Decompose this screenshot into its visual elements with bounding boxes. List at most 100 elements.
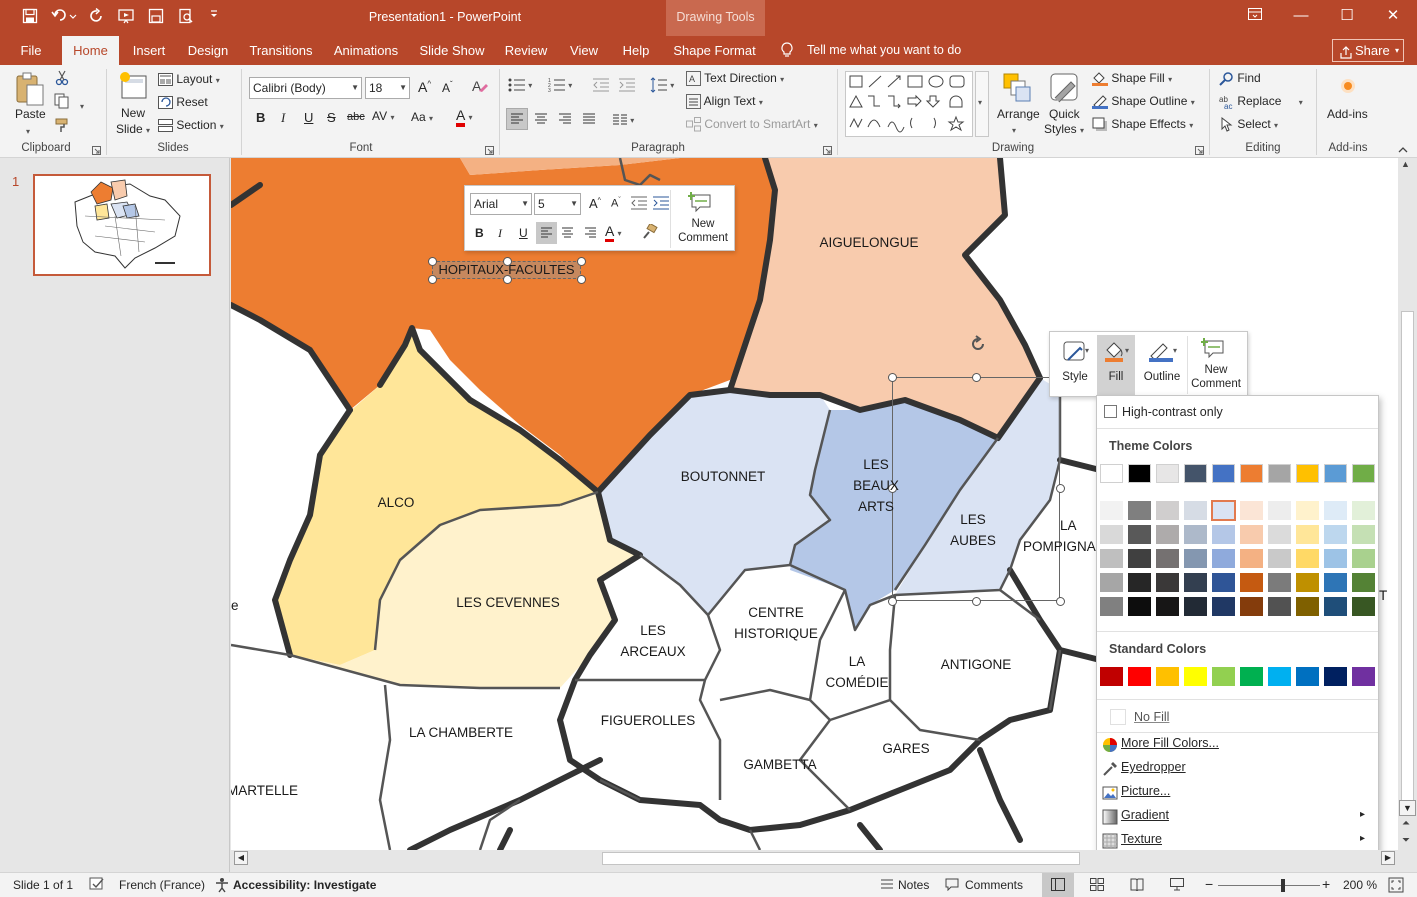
drawing-launcher-icon[interactable]: [1195, 144, 1204, 158]
mini-font-combo[interactable]: Arial ▼: [470, 193, 532, 215]
reset-button[interactable]: Reset: [158, 95, 208, 110]
increase-indent-icon[interactable]: [618, 77, 636, 96]
mini-decrease-indent-icon[interactable]: [630, 196, 648, 213]
align-left-button[interactable]: [506, 108, 528, 130]
tab-home[interactable]: Home: [62, 36, 119, 65]
style-button[interactable]: Style: [1055, 371, 1095, 383]
shape-effects-button[interactable]: Shape Effects ▾: [1092, 117, 1193, 132]
shapes-gallery[interactable]: [845, 71, 973, 137]
arrange-dropdown-icon[interactable]: ▾: [1012, 122, 1016, 136]
mini-size-combo[interactable]: 5 ▼: [534, 193, 581, 215]
language-status[interactable]: French (France): [119, 878, 205, 892]
theme-color-swatch[interactable]: [1296, 464, 1319, 483]
mini-increase-indent-icon[interactable]: [652, 196, 670, 213]
theme-color-shade-swatch[interactable]: [1268, 549, 1291, 568]
outline-icon[interactable]: ▾: [1147, 340, 1181, 367]
theme-color-shade-swatch[interactable]: [1184, 525, 1207, 544]
theme-color-shade-swatch[interactable]: [1352, 597, 1375, 616]
text-direction-button[interactable]: A Text Direction ▾: [686, 71, 784, 87]
mini-shrink-font-icon[interactable]: Aˇ: [611, 197, 621, 210]
comments-button[interactable]: Comments: [965, 878, 1023, 892]
theme-color-shade-swatch[interactable]: [1128, 549, 1151, 568]
resize-handle[interactable]: [888, 597, 897, 606]
grow-font-button[interactable]: A^: [418, 79, 431, 95]
paste-dropdown-icon[interactable]: ▾: [26, 123, 30, 137]
shapes-gallery-more[interactable]: ▾: [975, 71, 989, 137]
theme-color-shade-swatch[interactable]: [1296, 573, 1319, 592]
theme-color-swatch-selected[interactable]: [1211, 500, 1236, 521]
slide-thumbnail[interactable]: [33, 174, 211, 276]
mini-format-painter-icon[interactable]: [642, 222, 658, 243]
scroll-up-icon[interactable]: ▲: [1401, 159, 1410, 169]
tab-animations[interactable]: Animations: [327, 36, 405, 65]
resize-handle[interactable]: [888, 373, 897, 382]
theme-color-shade-swatch[interactable]: [1100, 549, 1123, 568]
vertical-scrollbar[interactable]: ▲ ▼ ⏶ ⏷: [1398, 158, 1417, 872]
save-as-icon[interactable]: [146, 8, 166, 28]
tab-transitions[interactable]: Transitions: [244, 36, 318, 65]
resize-handle[interactable]: [972, 597, 981, 606]
theme-color-shade-swatch[interactable]: [1296, 525, 1319, 544]
theme-color-swatch[interactable]: [1352, 464, 1375, 483]
theme-color-shade-swatch[interactable]: [1296, 501, 1319, 520]
resize-handle[interactable]: [1056, 484, 1065, 493]
selected-shape-bounds[interactable]: [892, 377, 1060, 601]
theme-color-shade-swatch[interactable]: [1156, 573, 1179, 592]
undo-icon[interactable]: [49, 8, 79, 28]
font-color-button[interactable]: A ▾: [456, 107, 472, 127]
theme-color-shade-swatch[interactable]: [1100, 573, 1123, 592]
tab-review[interactable]: Review: [499, 36, 553, 65]
format-painter-icon[interactable]: [55, 117, 71, 136]
change-case-button[interactable]: Aa ▾: [411, 110, 433, 124]
theme-color-swatch[interactable]: [1324, 464, 1347, 483]
theme-color-shade-swatch[interactable]: [1240, 573, 1263, 592]
theme-color-shade-swatch[interactable]: [1352, 525, 1375, 544]
close-button[interactable]: ✕: [1370, 0, 1416, 32]
slide-sorter-icon[interactable]: [1090, 878, 1104, 894]
theme-color-shade-swatch[interactable]: [1212, 573, 1235, 592]
vertical-scroll-thumb[interactable]: [1401, 311, 1414, 803]
theme-color-shade-swatch[interactable]: [1156, 525, 1179, 544]
theme-color-shade-swatch[interactable]: [1324, 525, 1347, 544]
tell-me-search[interactable]: Tell me what you want to do: [807, 43, 961, 57]
mini-italic-icon[interactable]: I: [498, 226, 502, 241]
standard-color-swatch[interactable]: [1296, 667, 1319, 686]
strikethrough-button[interactable]: S: [327, 110, 336, 125]
gradient-item[interactable]: Gradient: [1121, 808, 1169, 822]
mini-new-comment-icon[interactable]: [687, 192, 714, 217]
theme-color-shade-swatch[interactable]: [1184, 573, 1207, 592]
add-ins-icon[interactable]: [1340, 78, 1356, 97]
shrink-font-button[interactable]: Aˇ: [442, 80, 453, 95]
no-fill-item[interactable]: No Fill: [1134, 710, 1169, 724]
notes-button[interactable]: Notes: [898, 878, 929, 892]
standard-color-swatch[interactable]: [1268, 667, 1291, 686]
new-comment-button[interactable]: New Comment: [1188, 363, 1244, 391]
next-slide-icon[interactable]: ⏷: [1402, 835, 1410, 846]
share-button[interactable]: Share ▾: [1332, 39, 1404, 62]
theme-color-shade-swatch[interactable]: [1352, 549, 1375, 568]
high-contrast-checkbox[interactable]: [1104, 405, 1117, 418]
fit-slide-icon[interactable]: [1388, 877, 1404, 896]
resize-handle[interactable]: [428, 257, 437, 266]
align-right-icon[interactable]: [558, 112, 572, 129]
tab-help[interactable]: Help: [615, 36, 657, 65]
theme-color-shade-swatch[interactable]: [1184, 501, 1207, 520]
theme-color-shade-swatch[interactable]: [1324, 597, 1347, 616]
font-size-combo[interactable]: 18 ▼: [365, 77, 410, 99]
style-icon[interactable]: ▾: [1062, 340, 1092, 367]
scroll-right-icon[interactable]: ▶: [1381, 851, 1395, 865]
copy-icon[interactable]: ▾: [54, 93, 84, 112]
numbering-button[interactable]: 123 ▾: [548, 77, 572, 93]
theme-color-swatch[interactable]: [1212, 464, 1235, 483]
shape-fill-button[interactable]: Shape Fill ▾: [1092, 71, 1172, 87]
standard-color-swatch[interactable]: [1212, 667, 1235, 686]
theme-color-shade-swatch[interactable]: [1212, 549, 1235, 568]
texture-item[interactable]: Texture: [1121, 832, 1162, 846]
theme-color-shade-swatch[interactable]: [1268, 501, 1291, 520]
outline-button[interactable]: Outline: [1140, 371, 1184, 383]
new-comment-icon[interactable]: [1200, 338, 1227, 363]
theme-color-shade-swatch[interactable]: [1156, 549, 1179, 568]
mini-align-right-icon[interactable]: [584, 226, 597, 242]
fill-button[interactable]: ▾ Fill: [1097, 335, 1135, 395]
section-button[interactable]: Section ▾: [158, 118, 224, 133]
